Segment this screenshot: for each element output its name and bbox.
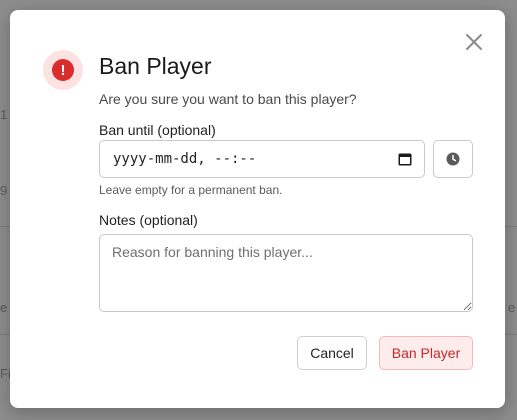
ban-player-button[interactable]: Ban Player (379, 336, 473, 370)
ban-until-datetime-input[interactable]: yyyy-mm-dd, --:-- (99, 140, 425, 178)
close-icon[interactable] (464, 32, 484, 52)
clock-button[interactable] (433, 140, 473, 178)
clock-icon (446, 152, 460, 166)
cancel-button[interactable]: Cancel (297, 336, 367, 370)
notes-textarea[interactable] (99, 234, 473, 312)
calendar-icon[interactable] (398, 152, 412, 166)
background-text: 1 (0, 107, 8, 122)
ban-until-help: Leave empty for a permanent ban. (99, 183, 283, 197)
background-text: e (508, 300, 516, 315)
exclamation-icon: ! (52, 59, 74, 81)
ban-until-label: Ban until (optional) (99, 122, 216, 138)
ban-player-dialog: ! Ban Player Are you sure you want to ba… (10, 10, 505, 408)
notes-label: Notes (optional) (99, 212, 198, 228)
warning-badge: ! (43, 50, 83, 90)
background-text: 9 (0, 183, 8, 198)
background-text: e (0, 300, 8, 315)
dialog-subtitle: Are you sure you want to ban this player… (99, 91, 357, 107)
ban-until-value: yyyy-mm-dd, --:-- (113, 151, 257, 167)
dialog-title: Ban Player (99, 53, 212, 79)
